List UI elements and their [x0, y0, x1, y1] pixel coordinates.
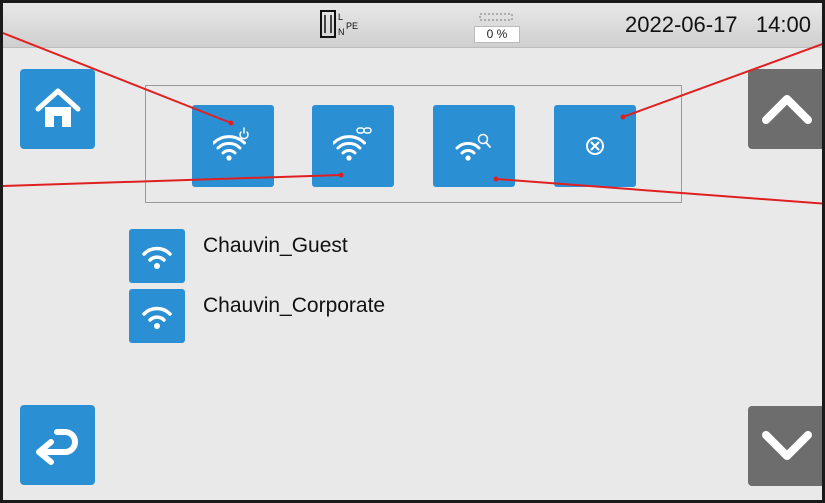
battery-indicator: 0 % [474, 13, 520, 43]
cancel-circle-icon [586, 137, 604, 155]
svg-text:L: L [338, 12, 343, 22]
status-bar: L N PE 0 % 2022-06-17 14:00 [3, 3, 822, 48]
chevron-down-icon [762, 431, 812, 460]
wifi-power-icon [213, 127, 249, 161]
network-name: Chauvin_Guest [203, 234, 348, 257]
date-time: 2022-06-17 14:00 [625, 12, 811, 38]
mains-pe-label: PE [346, 21, 358, 31]
network-name: Chauvin_Corporate [203, 294, 386, 317]
date-text: 2022-06-17 [625, 12, 738, 37]
callout-lines [3, 32, 822, 205]
wifi-search-icon [455, 133, 491, 161]
return-arrow-icon [35, 429, 78, 465]
cancel-button[interactable] [554, 105, 636, 187]
back-button[interactable] [20, 405, 95, 485]
scroll-down-button[interactable] [748, 406, 822, 486]
mains-connection-icon: L N PE [320, 10, 358, 38]
wifi-search-button[interactable] [433, 105, 515, 187]
battery-percent: 0 % [474, 26, 520, 43]
chevron-up-icon [762, 95, 812, 124]
wifi-on-off-button[interactable] [192, 105, 274, 187]
battery-icon [479, 13, 513, 21]
home-icon [35, 88, 80, 127]
wifi-icon [129, 289, 185, 343]
svg-text:N: N [338, 27, 345, 37]
time-text: 14:00 [755, 12, 811, 37]
home-button[interactable] [20, 69, 95, 149]
scroll-up-button[interactable] [748, 69, 822, 149]
device-screen: L N PE 0 % 2022-06-17 14:00 Chauvin_Gues… [0, 0, 825, 503]
wifi-link-icon [333, 127, 372, 161]
wifi-icon [129, 229, 185, 283]
wifi-connect-button[interactable] [312, 105, 394, 187]
